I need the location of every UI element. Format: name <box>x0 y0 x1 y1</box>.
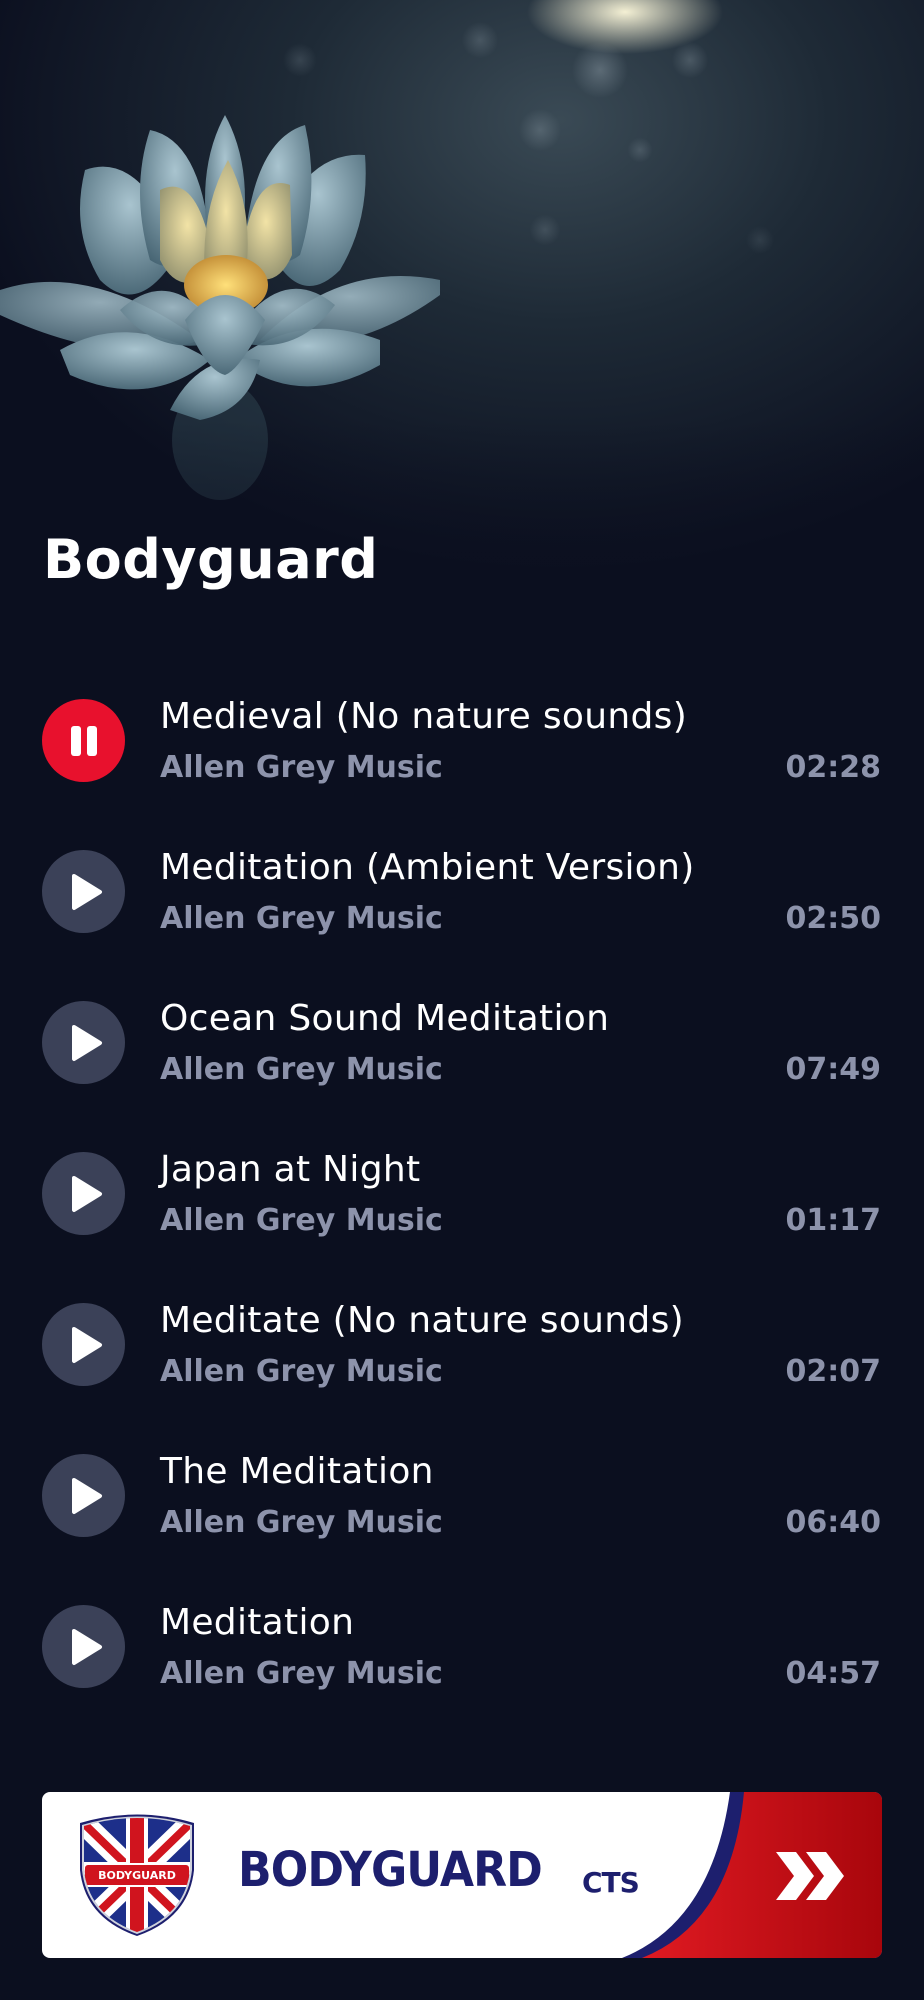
track-duration: 02:50 <box>785 901 882 936</box>
track-duration: 06:40 <box>785 1505 882 1540</box>
svg-text:BODYGUARD: BODYGUARD <box>98 1869 176 1882</box>
track-title: Meditation <box>160 1602 355 1643</box>
track-row[interactable]: Meditation Allen Grey Music 04:57 <box>0 1586 924 1706</box>
pause-button[interactable] <box>42 699 125 782</box>
screen: Bodyguard Medieval (No nature sounds) Al… <box>0 0 924 2000</box>
play-button[interactable] <box>42 850 125 933</box>
track-row[interactable]: Ocean Sound Meditation Allen Grey Music … <box>0 982 924 1102</box>
banner-brand-text: BODYGUARD <box>238 1842 543 1898</box>
track-title: Meditation (Ambient Version) <box>160 847 695 888</box>
track-duration: 02:07 <box>785 1354 882 1389</box>
play-icon <box>71 873 102 910</box>
bodyguard-shield-logo: BODYGUARD <box>80 1814 194 1936</box>
track-title: The Meditation <box>160 1451 434 1492</box>
track-artist: Allen Grey Music <box>160 1505 443 1540</box>
track-row[interactable]: Medieval (No nature sounds) Allen Grey M… <box>0 680 924 800</box>
track-duration: 02:28 <box>785 750 882 785</box>
page-title: Bodyguard <box>43 528 379 591</box>
pause-icon <box>70 725 97 756</box>
track-row[interactable]: The Meditation Allen Grey Music 06:40 <box>0 1435 924 1555</box>
banner-cts-logo: CTS <box>582 1866 640 1899</box>
play-icon <box>71 1024 102 1061</box>
track-title: Japan at Night <box>160 1149 421 1190</box>
play-icon <box>71 1326 102 1363</box>
track-title: Medieval (No nature sounds) <box>160 696 688 737</box>
track-title: Ocean Sound Meditation <box>160 998 610 1039</box>
play-icon <box>71 1477 102 1514</box>
track-artist: Allen Grey Music <box>160 1354 443 1389</box>
play-button[interactable] <box>42 1001 125 1084</box>
play-icon <box>71 1628 102 1665</box>
bodyguard-banner[interactable]: BODYGUARD BODYGUARD CTS <box>42 1792 882 1958</box>
track-artist: Allen Grey Music <box>160 901 443 936</box>
lotus-flower-image <box>0 115 440 500</box>
play-icon <box>71 1175 102 1212</box>
track-title: Meditate (No nature sounds) <box>160 1300 684 1341</box>
track-artist: Allen Grey Music <box>160 1203 443 1238</box>
track-artist: Allen Grey Music <box>160 750 443 785</box>
track-row[interactable]: Japan at Night Allen Grey Music 01:17 <box>0 1133 924 1253</box>
track-row[interactable]: Meditation (Ambient Version) Allen Grey … <box>0 831 924 951</box>
track-row[interactable]: Meditate (No nature sounds) Allen Grey M… <box>0 1284 924 1404</box>
double-chevron-right-icon[interactable] <box>770 1836 850 1916</box>
play-button[interactable] <box>42 1605 125 1688</box>
track-artist: Allen Grey Music <box>160 1656 443 1691</box>
track-duration: 01:17 <box>785 1203 882 1238</box>
play-button[interactable] <box>42 1303 125 1386</box>
play-button[interactable] <box>42 1152 125 1235</box>
track-duration: 07:49 <box>785 1052 882 1087</box>
track-duration: 04:57 <box>785 1656 882 1691</box>
track-artist: Allen Grey Music <box>160 1052 443 1087</box>
play-button[interactable] <box>42 1454 125 1537</box>
